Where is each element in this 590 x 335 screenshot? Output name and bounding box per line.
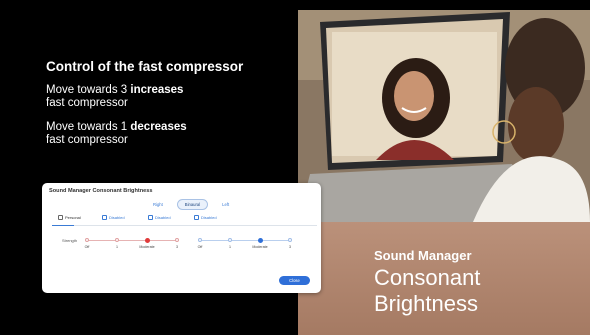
consonant-brightness-dialog: Sound Manager Consonant Brightness Right… — [42, 183, 321, 293]
slider-label: 1 — [116, 245, 118, 249]
tab-personal[interactable]: Personal — [58, 215, 81, 220]
tab-disabled-1[interactable]: Disabled — [102, 215, 125, 220]
instruction-decrease-post: fast compressor — [46, 134, 128, 146]
strength-slider-right-ear[interactable]: Off 1 Moderate 3 — [84, 237, 179, 252]
segment-binaural[interactable]: Binaural — [176, 199, 209, 210]
program-icon — [148, 215, 153, 220]
slider-label: 3 — [289, 245, 291, 249]
slider-step[interactable] — [198, 238, 202, 242]
slider-step[interactable] — [228, 238, 232, 242]
slide-heading: Control of the fast compressor — [46, 59, 244, 74]
slider-track — [87, 240, 177, 241]
slider-step[interactable] — [85, 238, 89, 242]
tab-label: Disabled — [155, 215, 171, 220]
dialog-title: Sound Manager Consonant Brightness — [49, 188, 153, 194]
slider-label: Off — [84, 245, 90, 249]
caption-subtitle: Sound Manager — [374, 248, 472, 263]
active-tab-indicator — [52, 225, 74, 227]
video-call-photo — [298, 10, 590, 222]
slider-label: Moderate — [139, 245, 155, 249]
strength-slider-left-ear[interactable]: Off 1 Moderate 3 — [197, 237, 292, 252]
instruction-decrease-pre: Move towards 1 — [46, 121, 131, 133]
instruction-increase-post: fast compressor — [46, 97, 128, 109]
tab-label: Disabled — [109, 215, 125, 220]
slider-label: 3 — [176, 245, 178, 249]
tab-disabled-3[interactable]: Disabled — [194, 215, 217, 220]
strength-label: Strength — [62, 238, 78, 243]
caption-panel: Sound Manager Consonant Brightness — [298, 222, 590, 335]
caption-title-line2: Brightness — [374, 291, 478, 316]
video-call-illustration — [298, 10, 590, 222]
segment-right[interactable]: Right — [145, 199, 171, 210]
program-icon — [58, 215, 63, 220]
tab-label: Personal — [65, 215, 81, 220]
ear-side-selector: Right Binaural Left — [145, 199, 238, 210]
program-icon — [194, 215, 199, 220]
tab-disabled-2[interactable]: Disabled — [148, 215, 171, 220]
tab-label: Disabled — [201, 215, 217, 220]
slider-label: 1 — [229, 245, 231, 249]
slider-step[interactable] — [288, 238, 292, 242]
slider-label: Moderate — [252, 245, 268, 249]
program-icon — [102, 215, 107, 220]
segment-left[interactable]: Left — [214, 199, 238, 210]
caption-title-line1: Consonant — [374, 265, 481, 290]
slider-knob[interactable] — [258, 237, 263, 243]
instruction-increase-pre: Move towards 3 — [46, 84, 131, 96]
instruction-decrease-bold: decreases — [130, 121, 187, 133]
slider-knob[interactable] — [145, 237, 150, 243]
presentation-slide: Control of the fast compressor Move towa… — [0, 0, 590, 335]
slider-step[interactable] — [175, 238, 179, 242]
slider-step[interactable] — [115, 238, 119, 242]
close-button[interactable]: Close — [279, 276, 310, 285]
slider-track — [200, 240, 290, 241]
instruction-decrease: Move towards 1 decreases fast compressor — [46, 121, 187, 147]
instruction-increase: Move towards 3 increases fast compressor — [46, 84, 183, 110]
instruction-increase-bold: increases — [130, 84, 184, 96]
slider-label: Off — [197, 245, 203, 249]
program-tabs: Personal Disabled Disabled Disabled — [52, 214, 317, 226]
